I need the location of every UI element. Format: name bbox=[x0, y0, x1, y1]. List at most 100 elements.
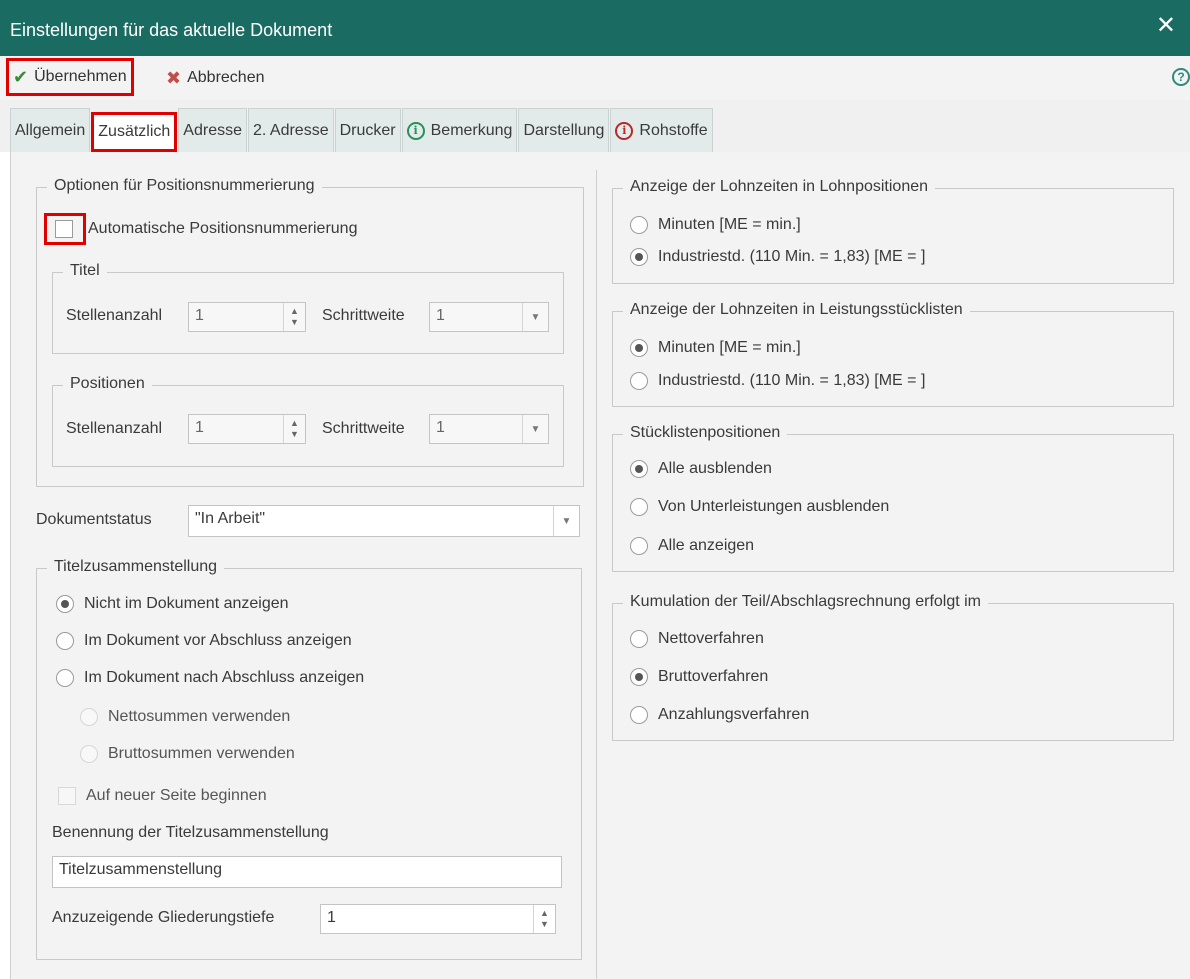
group-legend: Anzeige der Lohnzeiten in Leistungsstück… bbox=[623, 301, 970, 319]
option-label: Im Dokument vor Abschluss anzeigen bbox=[84, 632, 352, 649]
select-value: 1 bbox=[436, 419, 445, 436]
tab-label: Adresse bbox=[183, 121, 242, 139]
title-summary-option-1[interactable]: Im Dokument vor Abschluss anzeigen bbox=[56, 632, 352, 650]
radio[interactable] bbox=[56, 669, 74, 687]
stepper-value: 1 bbox=[195, 307, 204, 324]
option-label: Minuten [ME = min.] bbox=[658, 339, 801, 356]
titel-digits-label: Stellenanzahl bbox=[66, 307, 163, 324]
spin-arrows-icon[interactable]: ▲ ▼ bbox=[283, 303, 305, 331]
bom-positions-option-2[interactable]: Alle anzeigen bbox=[630, 537, 754, 555]
document-status-select[interactable]: "In Arbeit" ▼ bbox=[188, 505, 580, 537]
radio-disabled[interactable] bbox=[80, 708, 98, 726]
new-page-option[interactable]: Auf neuer Seite beginnen bbox=[58, 787, 267, 805]
labor-positions-option-1[interactable]: Industriestd. (110 Min. = 1,83) [ME = ] bbox=[630, 248, 925, 266]
group-legend: Kumulation der Teil/Abschlagsrechnung er… bbox=[623, 593, 989, 611]
positionen-digits-stepper[interactable]: 1 ▲ ▼ bbox=[188, 414, 306, 444]
cancel-x-icon: ✖ bbox=[166, 67, 182, 88]
group-labor-bom: Anzeige der Lohnzeiten in Leistungsstück… bbox=[612, 301, 1174, 407]
option-label: Industriestd. (110 Min. = 1,83) [ME = ] bbox=[658, 248, 926, 265]
tab-label: Drucker bbox=[339, 121, 396, 139]
tab-label: Zusätzlich bbox=[98, 123, 171, 140]
radio-selected[interactable] bbox=[630, 668, 648, 686]
new-page-checkbox[interactable] bbox=[58, 787, 76, 805]
radio-selected[interactable] bbox=[630, 460, 648, 478]
warning-info-icon: i bbox=[615, 121, 634, 140]
cancel-button[interactable]: ✖ Abbrechen bbox=[166, 64, 264, 92]
select-value: 1 bbox=[436, 307, 445, 324]
apply-button[interactable]: ✔ Übernehmen bbox=[6, 58, 134, 96]
radio[interactable] bbox=[630, 537, 648, 555]
outline-depth-label: Anzuzeigende Gliederungstiefe bbox=[52, 909, 275, 926]
group-legend: Positionen bbox=[63, 375, 152, 393]
titel-digits-stepper[interactable]: 1 ▲ ▼ bbox=[188, 302, 306, 332]
labor-bom-option-0[interactable]: Minuten [ME = min.] bbox=[630, 339, 801, 357]
stepper-value: 1 bbox=[195, 419, 204, 436]
title-summary-sub-option-1[interactable]: Bruttosummen verwenden bbox=[80, 745, 295, 763]
radio-selected[interactable] bbox=[630, 248, 648, 266]
radio[interactable] bbox=[630, 216, 648, 234]
option-label: Auf neuer Seite beginnen bbox=[86, 787, 267, 804]
title-summary-option-0[interactable]: Nicht im Dokument anzeigen bbox=[56, 595, 289, 613]
radio-selected[interactable] bbox=[56, 595, 74, 613]
help-icon[interactable]: ? bbox=[1172, 68, 1190, 86]
radio[interactable] bbox=[56, 632, 74, 650]
tab-label: Allgemein bbox=[15, 121, 86, 139]
radio[interactable] bbox=[630, 372, 648, 390]
input-value: Titelzusammenstellung bbox=[59, 861, 223, 878]
spin-arrows-icon[interactable]: ▲ ▼ bbox=[283, 415, 305, 443]
title-summary-sub-option-0[interactable]: Nettosummen verwenden bbox=[80, 708, 290, 726]
auto-numbering-label: Automatische Positionsnummerierung bbox=[88, 220, 358, 237]
spin-arrows-icon[interactable]: ▲ ▼ bbox=[533, 905, 555, 933]
radio[interactable] bbox=[630, 706, 648, 724]
option-label: Alle anzeigen bbox=[658, 537, 755, 554]
bom-positions-option-0[interactable]: Alle ausblenden bbox=[630, 460, 772, 478]
tab-label: 2. Adresse bbox=[253, 121, 329, 139]
title-summary-option-2[interactable]: Im Dokument nach Abschluss anzeigen bbox=[56, 669, 364, 687]
chevron-down-icon[interactable]: ▼ bbox=[553, 506, 579, 536]
titel-step-select[interactable]: 1 ▼ bbox=[429, 302, 549, 332]
titel-step-label: Schrittweite bbox=[322, 307, 405, 324]
group-legend: Stücklistenpositionen bbox=[623, 424, 788, 442]
tab-bemerkung[interactable]: i Bemerkung bbox=[401, 108, 518, 152]
positionen-step-select[interactable]: 1 ▼ bbox=[429, 414, 549, 444]
group-legend: Titelzusammenstellung bbox=[47, 558, 225, 576]
group-labor-positions: Anzeige der Lohnzeiten in Lohnpositionen bbox=[612, 178, 1174, 284]
option-label: Industriestd. (110 Min. = 1,83) [ME = ] bbox=[658, 372, 926, 389]
tab-allgemein[interactable]: Allgemein bbox=[10, 108, 91, 152]
title-summary-name-input[interactable]: Titelzusammenstellung bbox=[52, 856, 562, 888]
tab-darstellung[interactable]: Darstellung bbox=[518, 108, 610, 152]
group-legend: Optionen für Positionsnummerierung bbox=[47, 177, 322, 195]
bom-positions-option-1[interactable]: Von Unterleistungen ausblenden bbox=[630, 498, 889, 516]
labor-bom-option-1[interactable]: Industriestd. (110 Min. = 1,83) [ME = ] bbox=[630, 372, 925, 390]
toolbar: ✔ Übernehmen ✖ Abbrechen ? bbox=[0, 56, 1190, 100]
auto-numbering-checkbox[interactable] bbox=[55, 220, 73, 238]
outline-depth-stepper[interactable]: 1 ▲ ▼ bbox=[320, 904, 556, 934]
checkmark-icon: ✔ bbox=[13, 66, 29, 87]
chevron-down-icon[interactable]: ▼ bbox=[522, 303, 548, 331]
cumulation-option-1[interactable]: Bruttoverfahren bbox=[630, 668, 768, 686]
positionen-digits-label: Stellenanzahl bbox=[66, 420, 163, 437]
radio[interactable] bbox=[630, 630, 648, 648]
close-icon[interactable]: ✕ bbox=[1156, 14, 1176, 38]
labor-positions-option-0[interactable]: Minuten [ME = min.] bbox=[630, 216, 801, 234]
column-divider bbox=[596, 170, 597, 979]
radio-selected[interactable] bbox=[630, 339, 648, 357]
tab-label: Bemerkung bbox=[430, 121, 513, 139]
info-icon: i bbox=[406, 121, 425, 140]
tab-drucker[interactable]: Drucker bbox=[334, 108, 401, 152]
tab-adresse[interactable]: Adresse bbox=[178, 108, 247, 152]
group-title-summary: Titelzusammenstellung bbox=[36, 558, 582, 960]
cumulation-option-2[interactable]: Anzahlungsverfahren bbox=[630, 706, 809, 724]
select-value: "In Arbeit" bbox=[195, 510, 266, 527]
radio-disabled[interactable] bbox=[80, 745, 98, 763]
tab-2-adresse[interactable]: 2. Adresse bbox=[248, 108, 334, 152]
group-legend: Anzeige der Lohnzeiten in Lohnpositionen bbox=[623, 178, 936, 196]
chevron-down-icon[interactable]: ▼ bbox=[522, 415, 548, 443]
option-label: Nettoverfahren bbox=[658, 630, 764, 647]
positionen-step-label: Schrittweite bbox=[322, 420, 405, 437]
cumulation-option-0[interactable]: Nettoverfahren bbox=[630, 630, 764, 648]
tab-zusaetzlich[interactable]: Zusätzlich bbox=[91, 112, 178, 152]
radio[interactable] bbox=[630, 498, 648, 516]
option-label: Alle ausblenden bbox=[658, 460, 772, 477]
tab-rohstoffe[interactable]: i Rohstoffe bbox=[610, 108, 713, 152]
